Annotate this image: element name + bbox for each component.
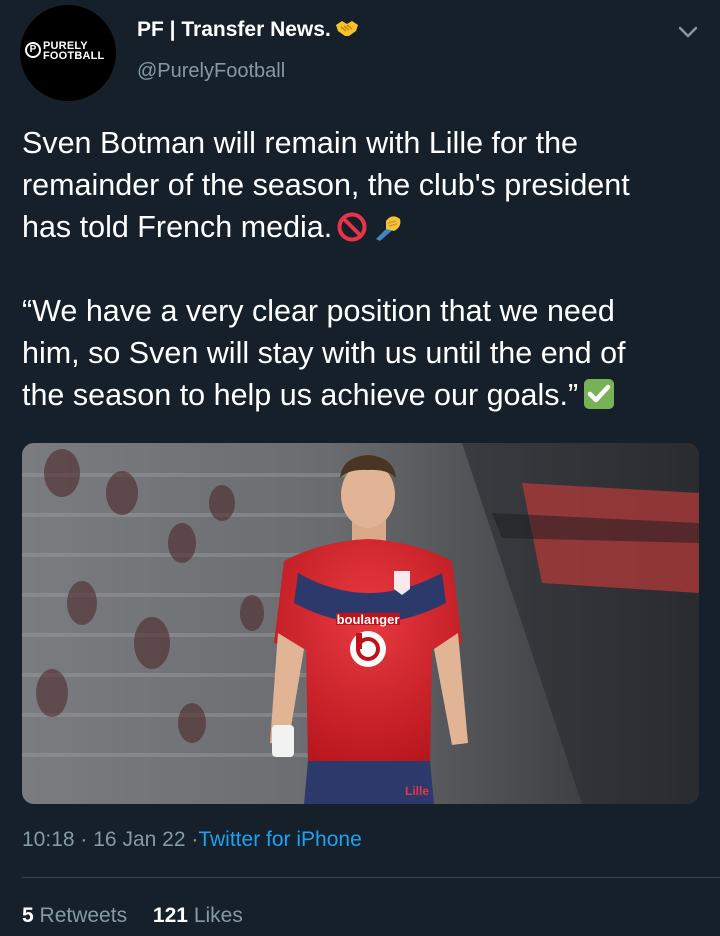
tweet-stats: 5 Retweets 121 Likes [22,904,263,928]
display-name[interactable]: PF | Transfer News. [137,18,359,42]
avatar-logo-mark: P [25,42,41,58]
likes-label: Likes [193,904,243,927]
tweet-line: Sven Botman will remain with Lille for t… [22,126,579,160]
check-mark-button-icon [584,379,615,409]
avatar-logo-line2: FOOTBALL [43,50,105,62]
likes-stat[interactable]: 121 Likes [153,904,243,927]
writing-hand-icon [376,216,401,241]
handshake-emoji-icon [335,21,358,36]
tweet-line: has told French media. [22,206,702,248]
meta-separator: · [80,828,88,851]
tweet-date: 16 Jan 22 [93,828,186,851]
likes-count: 121 [152,904,188,927]
chevron-down-icon[interactable] [676,20,700,44]
user-handle[interactable]: @PurelyFootball [137,60,285,83]
no-entry-sign-icon [337,212,367,242]
retweets-count: 5 [22,904,34,927]
retweets-label: Retweets [39,904,128,927]
tweet-line: him, so Sven will stay with us until the… [22,336,626,370]
retweets-stat[interactable]: 5 Retweets [22,904,127,927]
divider [22,877,720,878]
avatar-logo-text: PURELY FOOTBALL [43,41,115,62]
tweet-time: 10:18 [22,828,75,851]
tweet-source-link[interactable]: Twitter for iPhone [198,828,361,851]
jersey-sponsor-text: boulanger [337,612,400,627]
player-photo: boulanger Lille [22,443,699,804]
tweet-line-text: has told French media. [22,210,333,244]
tweet-media-image[interactable]: boulanger Lille [22,443,699,804]
tweet-line: remainder of the season, the club's pres… [22,168,630,202]
tweet-meta: 10:18 · 16 Jan 22 ·Twitter for iPhone [22,828,362,852]
display-name-text: PF | Transfer News. [137,18,331,41]
tweet-line: “We have a very clear position that we n… [22,294,615,328]
tweet-text: Sven Botman will remain with Lille for t… [22,122,702,416]
tweet-header: P PURELY FOOTBALL PF | Transfer News. @P… [0,0,720,110]
tweet-line: the season to help us achieve our goals.… [22,374,702,416]
tweet-line-text: the season to help us achieve our goals.… [22,378,579,412]
shorts-text: Lille [405,784,429,798]
avatar[interactable]: P PURELY FOOTBALL [20,5,116,101]
